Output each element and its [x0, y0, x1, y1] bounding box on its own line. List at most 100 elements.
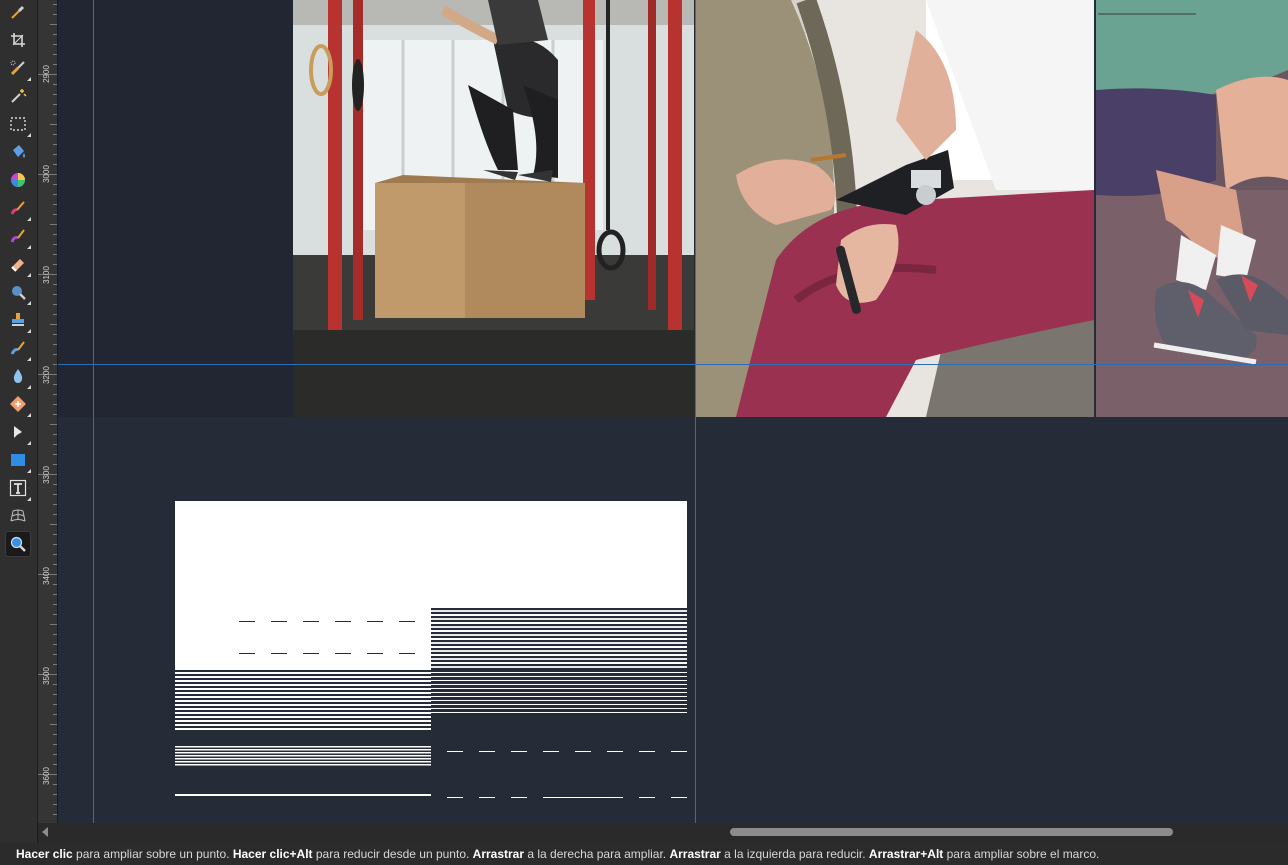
arrow-pointer-icon	[14, 426, 22, 438]
blur-tool[interactable]	[6, 364, 31, 389]
text-tool[interactable]	[6, 476, 31, 501]
ruler-tick	[53, 304, 57, 305]
ruler-tick	[50, 124, 57, 125]
text-icon	[9, 479, 27, 497]
eraser-icon	[11, 259, 24, 272]
ruler-tick	[53, 744, 57, 745]
ruler-tick	[53, 14, 57, 15]
status-text-3: a la derecha para ampliar.	[524, 847, 670, 861]
flood-select-tool[interactable]	[6, 84, 30, 108]
clone-tool[interactable]	[6, 308, 31, 333]
rectangle-tool[interactable]	[6, 448, 31, 473]
ruler-tick	[53, 334, 57, 335]
tools-panel	[0, 0, 38, 843]
zoom-icon	[10, 536, 26, 552]
pixel-brush-tool[interactable]	[6, 224, 31, 249]
ruler-tick	[53, 754, 57, 755]
ruler-label: 3000	[42, 165, 51, 184]
ruler-label: 3100	[42, 265, 51, 284]
eyedropper-icon	[11, 5, 25, 19]
erase-brush-tool[interactable]	[6, 252, 31, 277]
photo-glucose-meter-woman[interactable]	[696, 0, 1094, 417]
scrollbar-thumb[interactable]	[730, 828, 1173, 836]
ruler-tick	[53, 534, 57, 535]
ruler-tick	[53, 394, 57, 395]
ruler-tick	[50, 324, 57, 325]
scroll-left-arrow-icon[interactable]	[42, 827, 48, 837]
ruler-label: 3500	[42, 666, 51, 685]
ruler-tick	[53, 444, 57, 445]
crop-icon	[11, 33, 25, 47]
selection-brush-tool[interactable]	[6, 56, 31, 81]
ruler-tick	[53, 204, 57, 205]
photo-sneakers-man[interactable]	[1096, 0, 1288, 417]
ruler-tick	[53, 704, 57, 705]
status-bar: Hacer clic para ampliar sobre un punto. …	[0, 843, 1288, 865]
ruler-tick	[53, 434, 57, 435]
ruler-tick	[53, 284, 57, 285]
ruler-tick	[53, 34, 57, 35]
ruler-tick	[53, 684, 57, 685]
ruler-tick	[53, 454, 57, 455]
ruler-tick	[53, 714, 57, 715]
crop-tool[interactable]	[6, 28, 30, 52]
ruler-tick	[53, 54, 57, 55]
water-drop-icon	[13, 369, 23, 383]
zoom-tool[interactable]	[5, 531, 31, 557]
sneakers-photo	[1096, 0, 1288, 417]
ruler-tick	[53, 94, 57, 95]
ruler-tick	[53, 104, 57, 105]
photo-box-jump-gym[interactable]	[293, 0, 694, 417]
guide-horizontal[interactable]	[58, 364, 1288, 365]
ruler-tick	[53, 694, 57, 695]
ruler-tick	[53, 794, 57, 795]
ruler-tick	[53, 544, 57, 545]
status-text-2: para reducir desde un punto.	[312, 847, 473, 861]
placeholder-text-graphic[interactable]	[175, 501, 687, 801]
ruler-tick	[53, 764, 57, 765]
paint-brush-tool[interactable]	[6, 196, 31, 221]
ruler-tick	[53, 244, 57, 245]
ruler-tick	[53, 504, 57, 505]
ruler-tick	[53, 194, 57, 195]
ruler-tick	[53, 804, 57, 805]
healing-patch-icon	[10, 396, 26, 412]
horizontal-scrollbar[interactable]	[38, 823, 1288, 843]
magnifier-dodge-icon	[12, 286, 26, 300]
ruler-tick	[50, 724, 57, 725]
status-hint-drag-left: Arrastrar	[669, 847, 721, 861]
ruler-tick	[53, 354, 57, 355]
ruler-tick	[53, 294, 57, 295]
ruler-tick	[53, 144, 57, 145]
ruler-tick	[53, 784, 57, 785]
ruler-tick	[53, 484, 57, 485]
ruler-tick	[53, 604, 57, 605]
guide-vertical-left[interactable]	[93, 0, 94, 823]
ruler-tick	[53, 44, 57, 45]
ruler-tick	[53, 614, 57, 615]
status-hint-click: Hacer clic	[16, 847, 73, 861]
ruler-tick	[50, 524, 57, 525]
ruler-label: 3400	[42, 566, 51, 585]
status-hint-drag-alt: Arrastrar+Alt	[868, 847, 944, 861]
ruler-tick	[53, 494, 57, 495]
brush-icon	[10, 229, 25, 243]
dodge-tool[interactable]	[6, 280, 31, 305]
vertical-ruler: 2900 3000 3100 3200 3300 3400 3500 3600	[38, 0, 58, 823]
guide-vertical-center[interactable]	[695, 0, 696, 823]
document-canvas[interactable]	[58, 0, 1288, 823]
healing-tool[interactable]	[6, 392, 31, 417]
retouch-tool[interactable]	[6, 336, 31, 361]
gradient-tool[interactable]	[6, 168, 30, 192]
color-picker-tool[interactable]	[6, 0, 30, 24]
ruler-label: 3600	[42, 767, 51, 785]
mesh-warp-tool[interactable]	[6, 504, 30, 528]
ruler-label: 3200	[42, 366, 51, 384]
ruler-tick	[53, 364, 57, 365]
flood-fill-tool[interactable]	[6, 140, 30, 164]
marquee-tool[interactable]	[6, 112, 31, 137]
move-tool[interactable]	[6, 420, 31, 445]
ruler-label: 2900	[42, 65, 51, 83]
status-text-4: a la izquierda para reducir.	[720, 847, 869, 861]
ruler-tick	[53, 184, 57, 185]
